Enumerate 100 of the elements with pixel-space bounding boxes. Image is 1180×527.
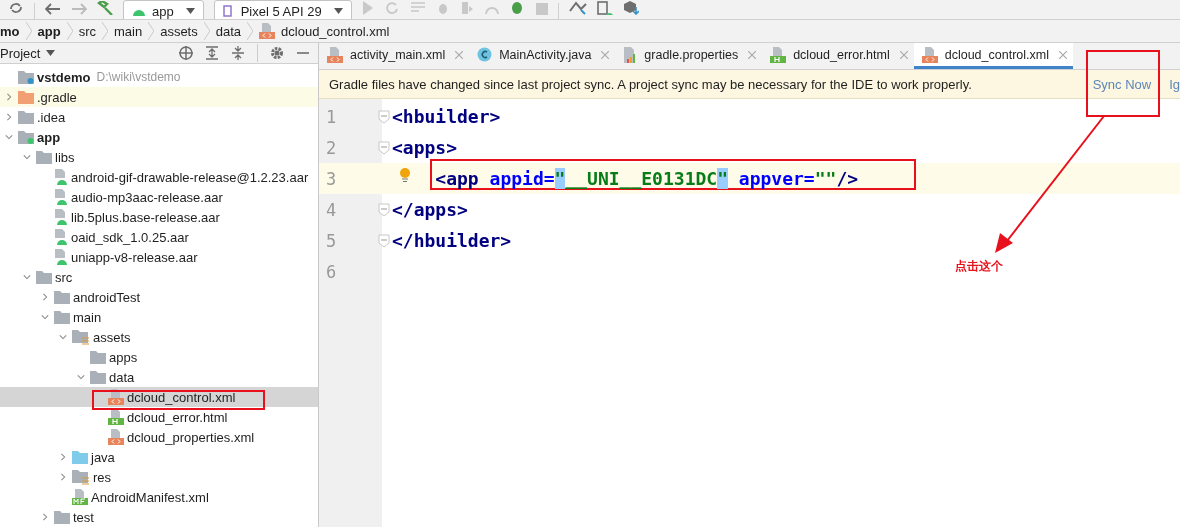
tree-item[interactable]: dcloud_properties.xml (0, 427, 318, 447)
chevron-icon[interactable] (23, 272, 31, 282)
phone-icon (222, 5, 235, 17)
code-line: </hbuilder> (392, 230, 512, 251)
breadcrumb-item[interactable]: main (113, 23, 143, 39)
sdk-manager-icon[interactable] (622, 1, 639, 15)
chevron-icon (247, 22, 254, 40)
tree-item[interactable]: AndroidManifest.xml (0, 487, 318, 507)
device-dropdown[interactable]: Pixel 5 API 29 (213, 0, 352, 19)
folder-icon (36, 150, 52, 164)
forward-arrow-icon[interactable] (71, 3, 87, 15)
close-icon[interactable] (748, 50, 757, 59)
android-library-icon (54, 249, 68, 265)
android-library-icon (54, 169, 68, 185)
tree-item[interactable]: android-gif-drawable-release@1.2.23.aar (0, 167, 318, 187)
folder-icon (54, 290, 70, 304)
breadcrumb-item[interactable]: src (78, 23, 96, 39)
close-icon[interactable] (899, 50, 908, 59)
tree-item[interactable]: test (0, 507, 318, 527)
tree-item[interactable]: oaid_sdk_1.0.25.aar (0, 227, 318, 247)
chevron-icon (148, 22, 155, 40)
xml-file-icon (108, 389, 124, 405)
tree-item[interactable]: src (0, 267, 318, 287)
expand-all-icon[interactable] (205, 46, 219, 60)
run-configuration-dropdown[interactable]: app (123, 0, 204, 19)
chevron-icon[interactable] (23, 152, 31, 162)
tree-item[interactable]: app (0, 127, 318, 147)
fold-marker-icon[interactable] (378, 140, 390, 155)
html-file-icon (770, 46, 787, 63)
folder-icon (18, 110, 34, 124)
collapse-all-icon[interactable] (231, 46, 245, 60)
code-line: <apps> (392, 137, 458, 158)
sync-icon[interactable] (8, 1, 24, 15)
list-icon[interactable] (409, 1, 426, 15)
tree-item[interactable]: .gradle (0, 87, 318, 107)
fold-marker-icon[interactable] (378, 109, 390, 124)
xml-file-icon (108, 429, 124, 445)
chevron-icon[interactable] (41, 312, 49, 322)
fold-marker-icon[interactable] (378, 233, 390, 248)
hammer-icon[interactable] (97, 1, 113, 15)
editor-tab[interactable]: dcloud_control.xml (913, 43, 1073, 69)
chevron-icon[interactable] (41, 512, 49, 522)
editor-tab[interactable]: gradle.properties (615, 43, 763, 69)
folder-icon (72, 329, 90, 345)
close-icon[interactable] (601, 50, 610, 59)
tree-item[interactable]: dcloud_control.xml (0, 387, 318, 407)
tree-item[interactable]: apps (0, 347, 318, 367)
line-number: 6 (324, 261, 338, 282)
tree-item[interactable]: main (0, 307, 318, 327)
chevron-icon[interactable] (77, 372, 85, 382)
chevron-icon[interactable] (59, 472, 67, 482)
editor-tab[interactable]: MainActivity.java (469, 43, 616, 69)
fold-marker-icon[interactable] (378, 202, 390, 217)
tree-item[interactable]: java (0, 447, 318, 467)
chevron-icon[interactable] (5, 112, 13, 122)
chevron-icon[interactable] (5, 92, 13, 102)
breadcrumb-item[interactable]: app (37, 23, 61, 39)
play-icon[interactable] (361, 1, 374, 15)
caret-icon (46, 50, 56, 56)
rerun-icon[interactable] (383, 1, 400, 15)
chevron-icon[interactable] (59, 332, 67, 342)
light-bulb-icon[interactable] (399, 166, 411, 183)
tree-item[interactable]: .idea (0, 107, 318, 127)
editor-tab[interactable]: activity_main.xml (319, 43, 470, 69)
properties-file-icon (623, 46, 638, 63)
project-view-dropdown[interactable]: Project (0, 45, 56, 61)
tree-item[interactable]: res (0, 467, 318, 487)
tree-item[interactable]: vstdemo D:\wiki\vstdemo (0, 67, 318, 87)
tree-item[interactable]: data (0, 367, 318, 387)
device-manager-icon[interactable] (596, 1, 613, 15)
folder-icon (54, 510, 70, 524)
chevron-icon[interactable] (59, 452, 67, 462)
chevron-icon (25, 22, 32, 40)
close-icon[interactable] (455, 50, 464, 59)
manifest-file-icon (72, 489, 88, 505)
banner-link[interactable]: Ig (1169, 76, 1180, 92)
tree-item[interactable]: libs (0, 147, 318, 167)
breadcrumb-item[interactable]: data (215, 23, 242, 39)
stop-icon[interactable] (535, 3, 548, 15)
settings-icon[interactable] (270, 46, 284, 60)
tree-item[interactable]: androidTest (0, 287, 318, 307)
tree-item[interactable]: assets (0, 327, 318, 347)
code-line: </apps> (392, 199, 468, 220)
locate-icon[interactable] (179, 46, 193, 60)
chevron-icon[interactable] (41, 292, 49, 302)
breadcrumb-item[interactable]: dcloud_control.xml (259, 23, 390, 39)
breadcrumb-item[interactable]: assets (160, 23, 198, 39)
tree-item[interactable]: audio-mp3aac-release.aar (0, 187, 318, 207)
tree-item[interactable]: lib.5plus.base-release.aar (0, 207, 318, 227)
tree-item[interactable]: uniapp-v8-release.aar (0, 247, 318, 267)
tree-item[interactable]: dcloud_error.html (0, 407, 318, 427)
folder-icon (72, 469, 90, 485)
line-number: 5 (324, 230, 338, 251)
code-line: <hbuilder> (392, 106, 501, 127)
editor-tab[interactable]: dcloud_error.html (762, 43, 914, 69)
close-icon[interactable] (1058, 50, 1067, 59)
banner-link[interactable]: Sync Now (1092, 76, 1152, 92)
chevron-icon[interactable] (5, 132, 13, 142)
back-arrow-icon[interactable] (45, 3, 61, 15)
breadcrumb-item[interactable]: mo (0, 23, 20, 39)
